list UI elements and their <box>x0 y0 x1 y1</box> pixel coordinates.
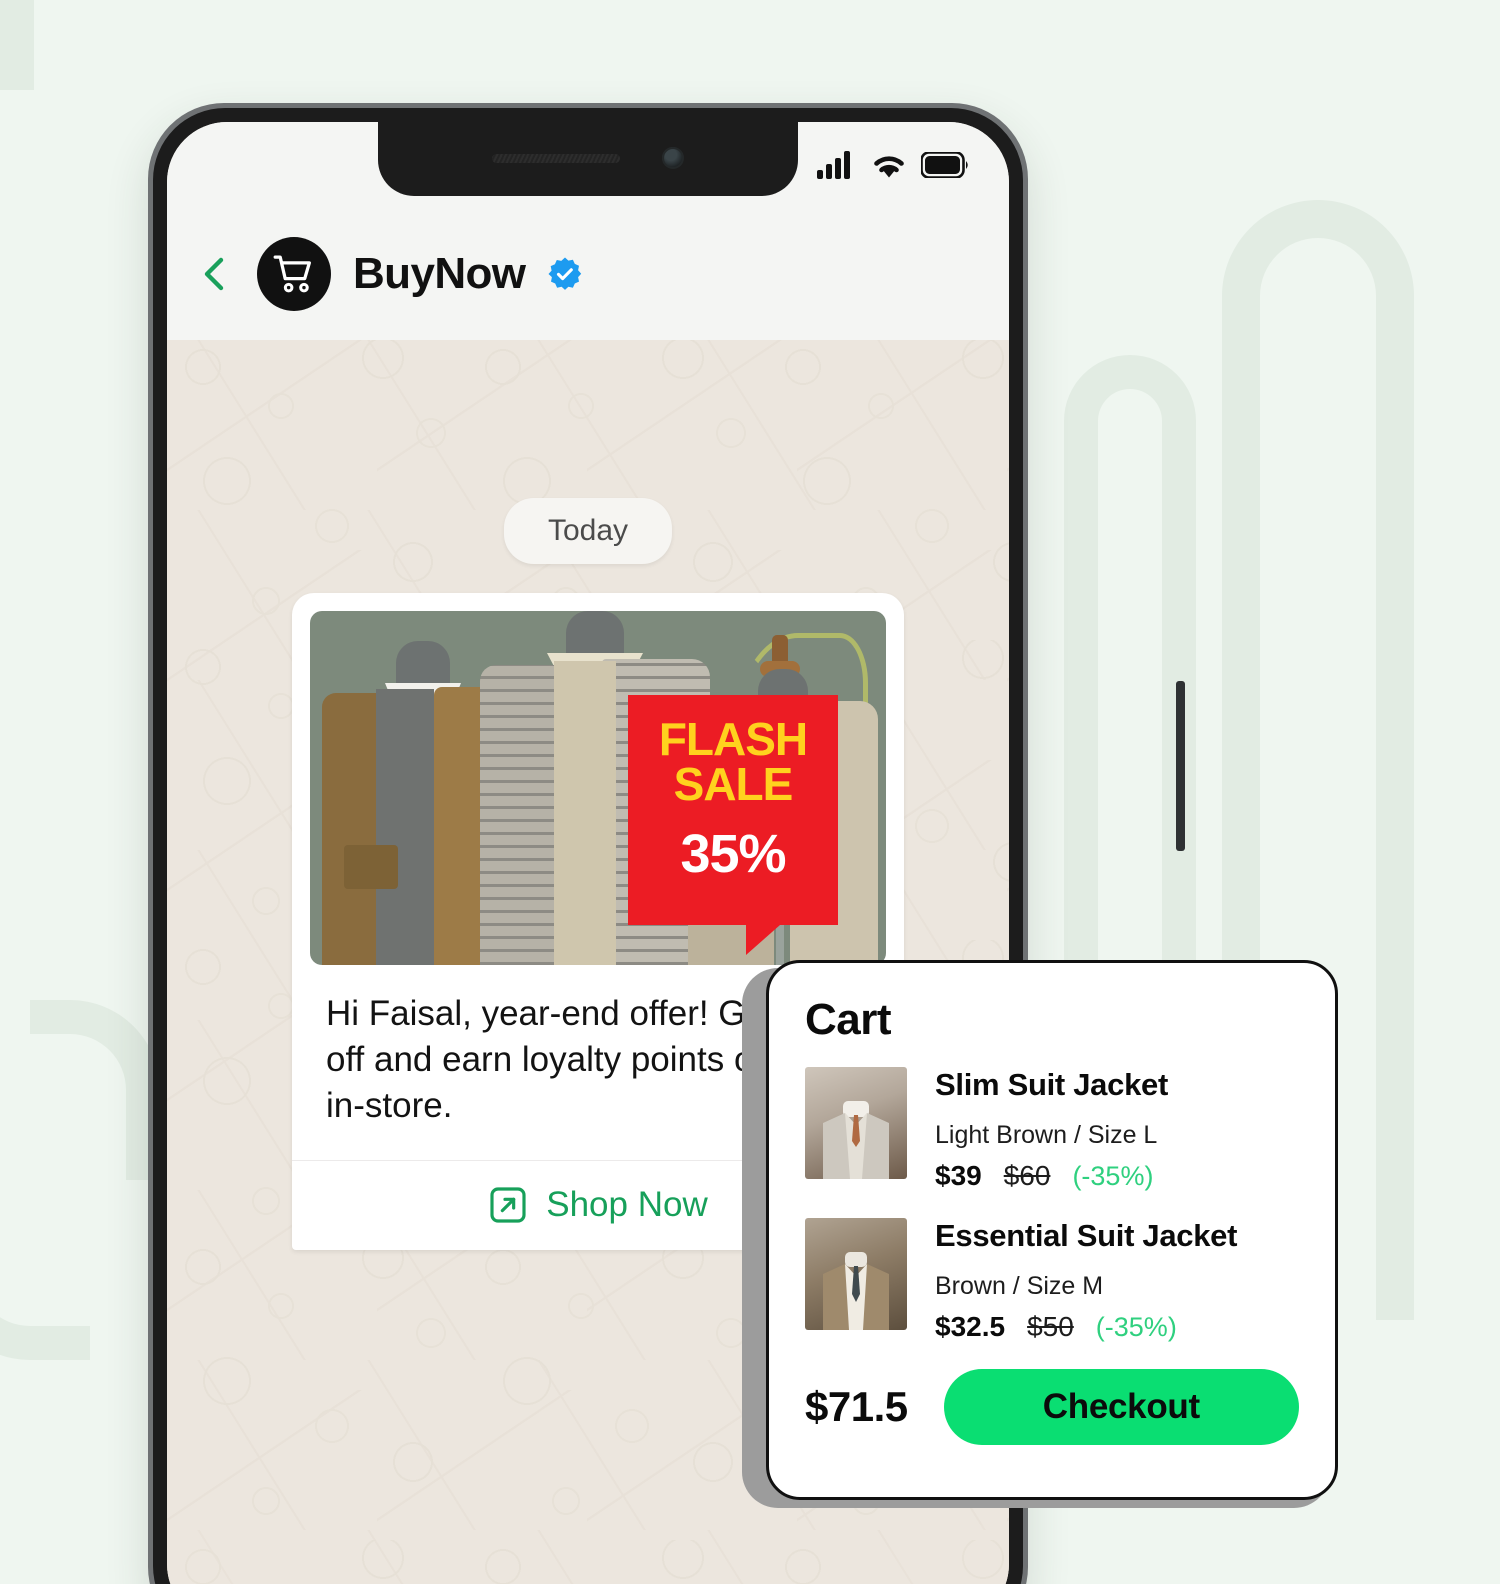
product-price: $39 <box>935 1160 982 1191</box>
product-price: $32.5 <box>935 1311 1006 1342</box>
product-thumbnail <box>805 1218 907 1330</box>
product-discount-badge: (-35%) <box>1095 1312 1177 1342</box>
flash-sale-discount: 35% <box>680 824 786 885</box>
flash-sale-line2: SALE <box>673 758 794 811</box>
product-discount-badge: (-35%) <box>1072 1161 1154 1191</box>
wifi-icon <box>874 156 904 178</box>
cart-title: Cart <box>805 995 892 1044</box>
date-divider: Today <box>503 498 673 564</box>
cart-item-row[interactable]: Slim Suit Jacket Light Brown / Size L $3… <box>805 1067 1299 1192</box>
suit-thumbnail-icon <box>823 1252 889 1330</box>
cart-item-row[interactable]: Essential Suit Jacket Brown / Size M $32… <box>805 1218 1299 1343</box>
checkout-button[interactable]: Checkout <box>943 1369 1299 1445</box>
product-original-price: $60 <box>1003 1160 1051 1191</box>
power-button[interactable] <box>1176 681 1185 851</box>
cart-item-info: Slim Suit Jacket Light Brown / Size L $3… <box>935 1067 1299 1192</box>
promo-image: FLASH SALE 35% <box>310 611 886 965</box>
suit-thumbnail-icon <box>823 1101 889 1179</box>
product-name: Essential Suit Jacket <box>935 1218 1238 1253</box>
product-thumbnail <box>805 1067 907 1179</box>
cart-card: Cart Slim Suit Jacket Light Brown / Size… <box>766 960 1338 1500</box>
cart-footer: $71.5 Checkout <box>805 1369 1299 1445</box>
product-name: Slim Suit Jacket <box>935 1067 1168 1102</box>
flash-sale-line1: FLASH <box>658 713 808 765</box>
battery-full-icon <box>921 152 968 178</box>
speaker-grille-icon <box>492 153 620 163</box>
external-link-icon <box>490 1187 526 1223</box>
product-variant: Brown / Size M <box>935 1272 1104 1300</box>
background-curve-bottom <box>0 1160 90 1360</box>
product-price-line: $32.5 $50 (-35%) <box>935 1311 1299 1343</box>
shop-now-label: Shop Now <box>546 1185 708 1225</box>
background-curve-stem <box>0 0 34 90</box>
cart-item-info: Essential Suit Jacket Brown / Size M $32… <box>935 1218 1299 1343</box>
screenshot-canvas: BuyNow Today FLASH SALE 35% Hi Faisal, y… <box>0 0 1500 1584</box>
product-variant: Light Brown / Size L <box>935 1121 1158 1149</box>
product-price-line: $39 $60 (-35%) <box>935 1160 1299 1192</box>
shopping-cart-icon <box>273 255 311 293</box>
avatar[interactable] <box>257 237 331 311</box>
cellular-signal-icon <box>817 151 850 179</box>
product-original-price: $50 <box>1027 1311 1074 1342</box>
cart-total: $71.5 <box>805 1383 908 1430</box>
front-camera-icon <box>662 147 684 169</box>
device-notch <box>378 122 798 196</box>
verified-badge-icon <box>548 257 582 290</box>
background-curve-top <box>30 1000 160 1180</box>
back-chevron-icon[interactable] <box>195 254 235 294</box>
app-header: BuyNow <box>167 208 1009 340</box>
flash-sale-banner: FLASH SALE 35% <box>628 695 838 955</box>
page-title: BuyNow <box>353 249 526 298</box>
